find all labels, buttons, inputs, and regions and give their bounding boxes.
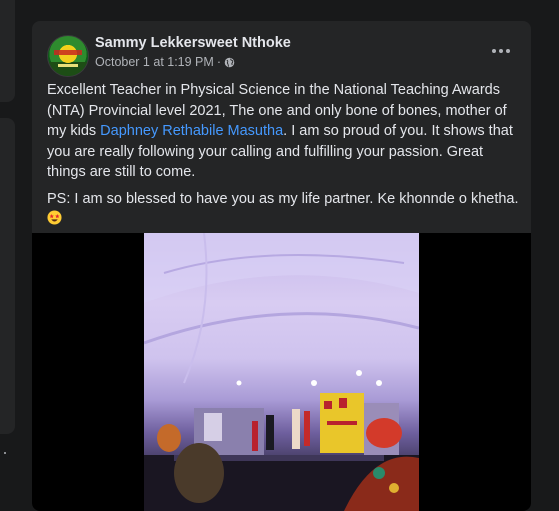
post-paragraph-1: Excellent Teacher in Physical Science in…	[47, 80, 522, 183]
post-card: Sammy Lekkersweet Nthoke October 1 at 1:…	[32, 21, 531, 511]
paragraph2-text: PS: I am so blessed to have you as my li…	[47, 190, 519, 207]
author-name[interactable]: Sammy Lekkersweet Nthoke	[95, 35, 291, 51]
video-frame	[144, 233, 419, 511]
more-options-button[interactable]	[486, 39, 516, 63]
more-dot	[506, 49, 510, 53]
side-card-top	[0, 0, 15, 102]
avatar[interactable]	[47, 35, 89, 77]
event-scene-image	[144, 233, 419, 511]
mention-link[interactable]: Daphney Rethabile Masutha	[100, 123, 283, 139]
post-paragraph-2: PS: I am so blessed to have you as my li…	[47, 189, 522, 230]
post-date[interactable]: October 1 at 1:19 PM	[95, 55, 214, 69]
star-struck-emoji-icon	[47, 210, 62, 225]
post-text: Excellent Teacher in Physical Science in…	[47, 80, 522, 236]
meta-separator: ·	[216, 55, 221, 69]
side-card-middle	[0, 118, 15, 434]
more-dot	[499, 49, 503, 53]
post-meta: October 1 at 1:19 PM ·	[95, 55, 235, 69]
side-dot	[4, 452, 6, 454]
video-player[interactable]	[32, 233, 531, 511]
globe-icon[interactable]	[224, 57, 235, 68]
more-dot	[492, 49, 496, 53]
